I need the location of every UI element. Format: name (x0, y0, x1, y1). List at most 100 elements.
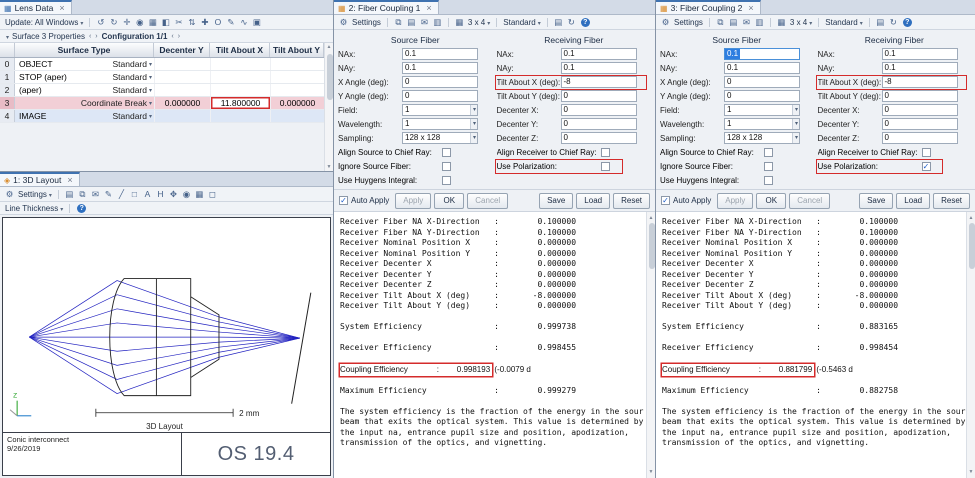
surface-type-cell[interactable]: IMAGE Standard (15, 110, 154, 122)
toolbar-icon[interactable]: ✉ (741, 17, 752, 28)
toolbar-icon[interactable]: ↻ (566, 17, 577, 28)
toolbar-icon[interactable]: ▣ (251, 17, 262, 28)
prev-config-icon[interactable]: ‹ (171, 33, 173, 40)
toolbar-icon[interactable]: ⧉ (715, 17, 726, 28)
toolbar-icon[interactable]: ↻ (108, 17, 119, 28)
toolbar-icon[interactable]: ▤ (64, 189, 75, 200)
scroll-down-icon[interactable]: ▼ (969, 467, 974, 478)
surface-type-cell[interactable]: OBJECT Standard (15, 58, 154, 70)
table-row[interactable]: 2 (aper) Standard (0, 84, 333, 97)
reset-button[interactable]: Reset (933, 192, 970, 209)
tilt-about-x-header[interactable]: Tilt About X (210, 43, 270, 57)
reset-button[interactable]: Reset (613, 192, 650, 209)
field-input[interactable]: 0.1 (402, 48, 478, 60)
scroll-down-icon[interactable]: ▼ (649, 467, 654, 478)
auto-apply-checkbox[interactable] (661, 196, 670, 205)
scroll-thumb[interactable] (968, 223, 975, 269)
decenter-y-cell[interactable] (154, 58, 210, 70)
vertical-scrollbar[interactable]: ▲ ▼ (966, 212, 975, 478)
toolbar-icon[interactable]: ▥ (432, 17, 443, 28)
toolbar-icon[interactable]: ✉ (90, 189, 101, 200)
style-dropdown[interactable]: Standard (825, 18, 862, 27)
surface-type-dropdown[interactable]: Standard (112, 111, 152, 121)
tilt-about-x-cell[interactable] (210, 58, 270, 70)
checkbox[interactable] (600, 147, 610, 157)
table-row[interactable]: 0 OBJECT Standard (0, 58, 333, 71)
decenter-y-cell[interactable] (154, 84, 210, 96)
auto-apply-toggle[interactable]: Auto Apply (661, 196, 711, 205)
field-input[interactable]: 0.1 (724, 48, 800, 60)
ok-button[interactable]: OK (756, 192, 787, 209)
checkbox[interactable] (921, 161, 931, 171)
field-input[interactable]: 0 (560, 118, 637, 130)
field-input[interactable]: -8 (881, 76, 958, 88)
checkbox[interactable] (442, 147, 451, 157)
field-input[interactable]: 0 (402, 90, 478, 102)
toolbar-icon[interactable]: ✎ (225, 17, 236, 28)
apply-button[interactable]: Apply (717, 192, 754, 209)
toolbar-icon[interactable]: ▥ (754, 17, 765, 28)
auto-apply-checkbox[interactable] (339, 196, 348, 205)
toolbar-icon[interactable]: ∿ (238, 17, 249, 28)
field-input[interactable]: 1 (724, 118, 800, 130)
field-input[interactable]: 1 (402, 104, 478, 116)
tilt-about-y-cell[interactable] (270, 58, 324, 70)
load-button[interactable]: Load (576, 192, 611, 209)
scroll-thumb[interactable] (648, 223, 655, 269)
toolbar-icon[interactable]: ✥ (168, 189, 179, 200)
auto-apply-toggle[interactable]: Auto Apply (339, 196, 389, 205)
toolbar-icon[interactable]: ▤ (875, 17, 886, 28)
toolbar-icon[interactable]: ⇅ (186, 17, 197, 28)
checkbox[interactable] (921, 147, 931, 157)
scroll-up-icon[interactable]: ▲ (327, 44, 332, 50)
row-number[interactable]: 0 (0, 58, 15, 70)
close-icon[interactable]: × (748, 3, 753, 13)
close-icon[interactable]: × (59, 3, 64, 13)
field-input[interactable]: 0 (560, 132, 637, 144)
style-dropdown[interactable]: Standard (503, 18, 540, 27)
tilt-about-y-cell[interactable] (270, 110, 324, 122)
help-icon[interactable]: ? (77, 203, 87, 213)
line-thickness-dropdown[interactable]: Line Thickness (5, 204, 63, 213)
tilt-about-y-cell[interactable] (270, 71, 324, 83)
toolbar-icon[interactable]: ◻ (207, 189, 218, 200)
scroll-up-icon[interactable]: ▲ (969, 213, 974, 224)
settings-label[interactable]: Settings (352, 18, 381, 27)
tilt-about-y-header[interactable]: Tilt About Y (270, 43, 324, 57)
tab-fiber-coupling-2[interactable]: ▦ 3: Fiber Coupling 2 × (656, 0, 761, 14)
field-input[interactable]: 0.1 (402, 62, 478, 74)
field-input[interactable]: 1 (724, 104, 800, 116)
surface-type-dropdown[interactable]: Standard (112, 59, 152, 69)
field-input[interactable]: 0.1 (560, 62, 637, 74)
gear-icon[interactable]: ⚙ (660, 17, 671, 28)
row-number[interactable]: 3 (0, 97, 15, 109)
close-icon[interactable]: × (67, 175, 72, 185)
toolbar-icon[interactable]: H (155, 189, 166, 200)
field-input[interactable]: -8 (560, 76, 637, 88)
tilt-about-x-cell[interactable] (210, 71, 270, 83)
grid-icon[interactable]: ▦ (776, 17, 787, 28)
toolbar-icon[interactable]: ╱ (116, 189, 127, 200)
settings-dropdown[interactable]: Settings (18, 190, 52, 199)
toolbar-icon[interactable]: ◧ (160, 17, 171, 28)
close-icon[interactable]: × (426, 3, 431, 13)
table-row[interactable]: 3 Coordinate Break 0.000000 11.800000 0.… (0, 97, 333, 110)
surface-type-dropdown[interactable]: Standard (112, 85, 152, 95)
gear-icon[interactable]: ⚙ (338, 17, 349, 28)
row-number[interactable]: 2 (0, 84, 15, 96)
field-input[interactable]: 0 (402, 76, 478, 88)
surface-type-cell[interactable]: (aper) Standard (15, 84, 154, 96)
row-number[interactable]: 4 (0, 110, 15, 122)
checkbox[interactable] (764, 161, 773, 171)
field-input[interactable]: 0 (881, 132, 958, 144)
field-input[interactable]: 0 (724, 76, 800, 88)
settings-label[interactable]: Settings (674, 18, 703, 27)
tilt-about-x-cell[interactable]: 11.800000 (210, 97, 270, 109)
toolbar-icon[interactable]: ▤ (728, 17, 739, 28)
layout-canvas[interactable]: 2 mm 3D Layout Z (3, 218, 330, 432)
load-button[interactable]: Load (896, 192, 931, 209)
tab-lens-data[interactable]: ▦ Lens Data × (0, 0, 72, 14)
field-input[interactable]: 128 x 128 (402, 132, 478, 144)
chevron-down-icon[interactable] (4, 32, 9, 41)
apply-button[interactable]: Apply (395, 192, 432, 209)
